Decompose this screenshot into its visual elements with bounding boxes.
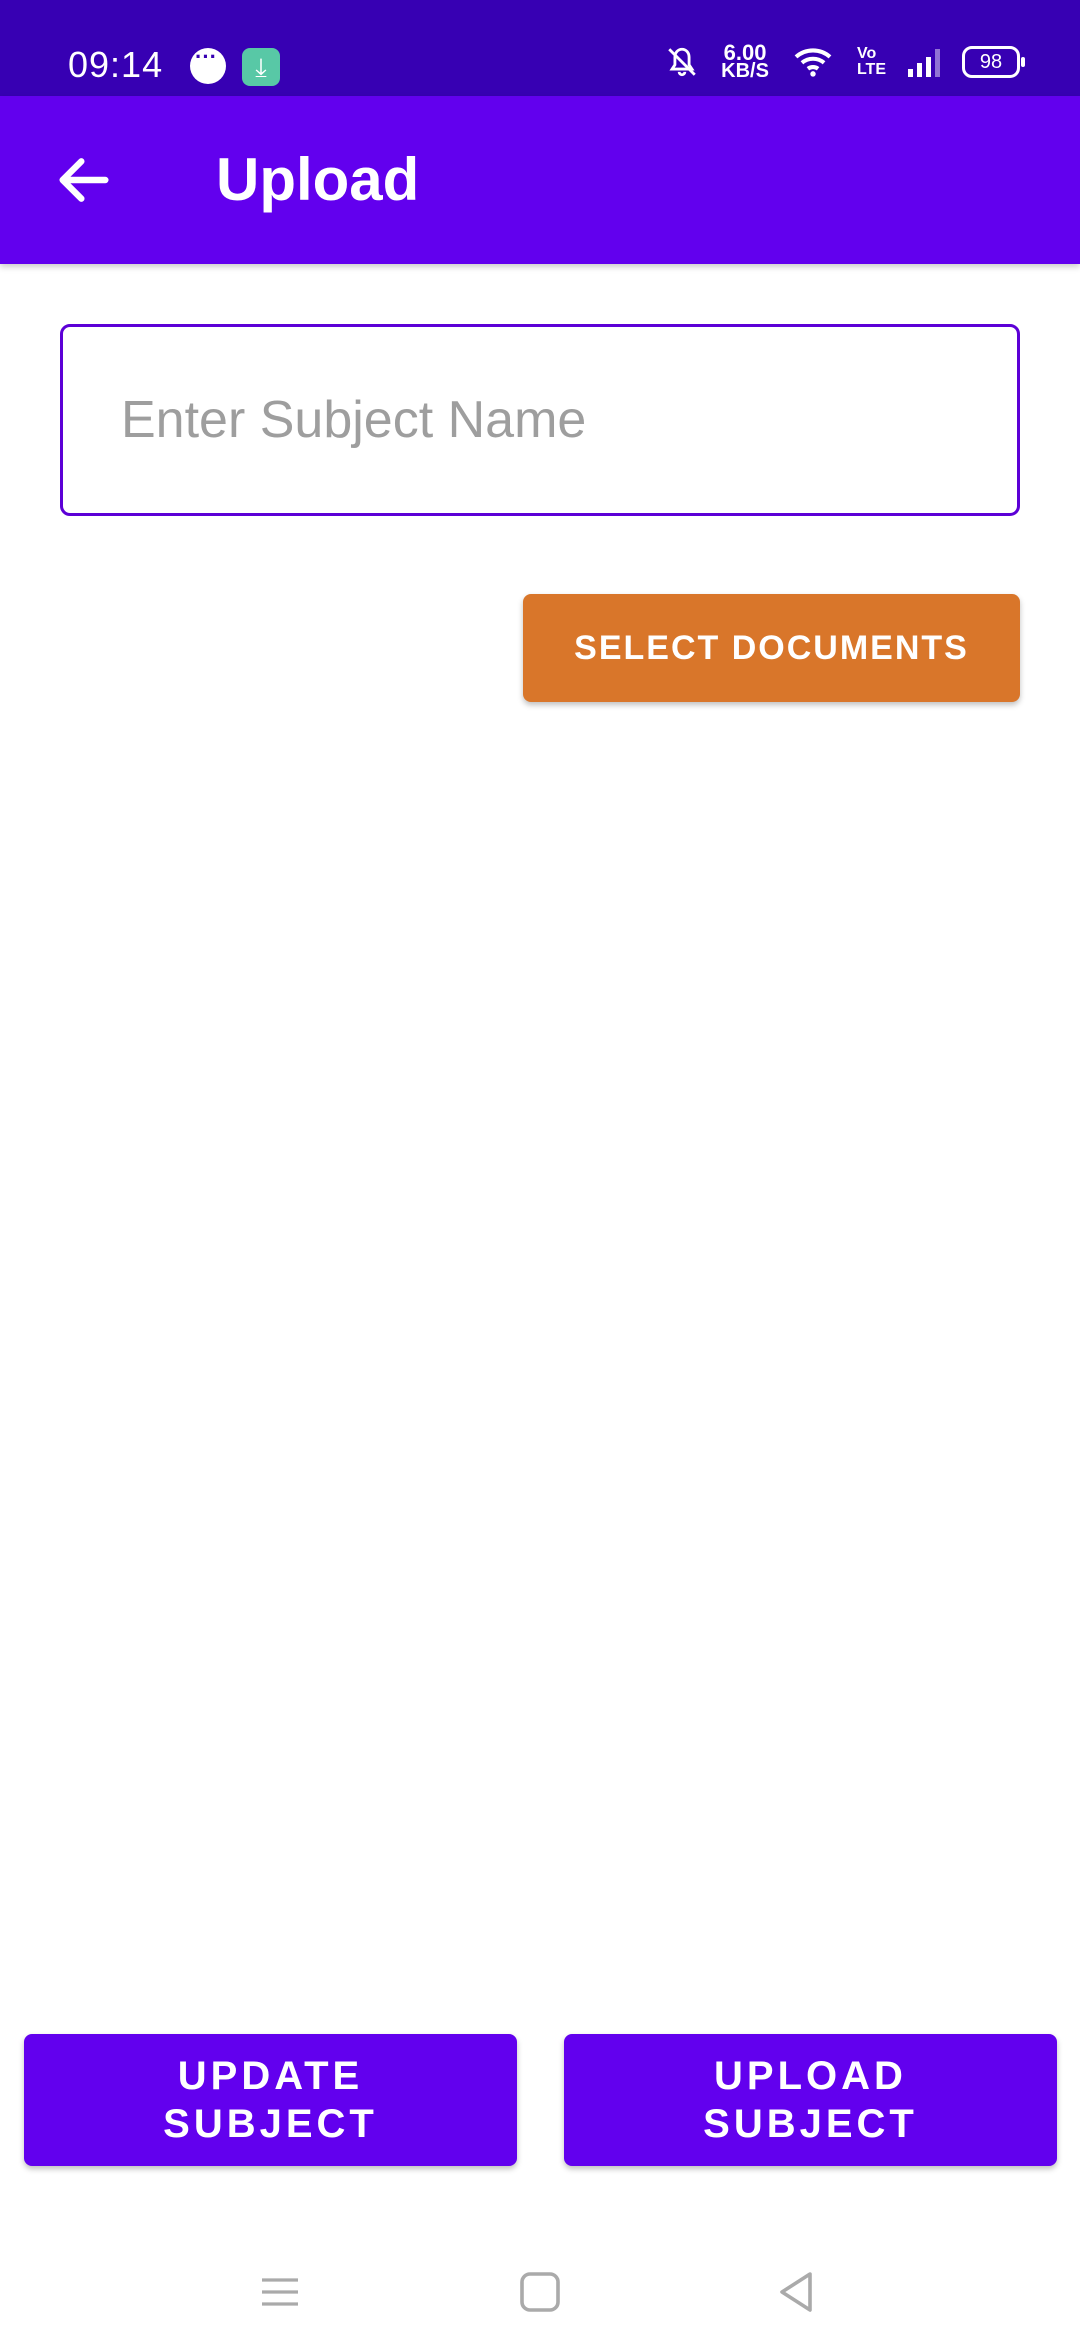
select-documents-button[interactable]: SELECT DOCUMENTS <box>523 594 1020 702</box>
wifi-icon <box>794 48 832 77</box>
message-notification-icon <box>190 44 226 84</box>
app-bar: Upload <box>0 96 1080 264</box>
recents-menu-icon[interactable] <box>256 2268 304 2316</box>
cell-signal-icon <box>908 47 940 77</box>
status-time: 09:14 <box>68 44 164 85</box>
notification-icons: ⤓ <box>190 44 280 86</box>
home-square-icon[interactable] <box>516 2268 564 2316</box>
back-triangle-icon[interactable] <box>772 2268 820 2316</box>
system-navigation-bar <box>0 2220 1080 2340</box>
page-title: Upload <box>216 146 420 213</box>
status-bar: 09:14 ⤓ 6.00 KB/S Vo LTE 98 <box>0 0 1080 96</box>
status-right-icons: 6.00 KB/S Vo LTE 98 <box>665 42 1025 82</box>
battery-icon: 98 <box>962 46 1025 78</box>
volte-icon: Vo LTE <box>856 45 886 78</box>
back-arrow-icon[interactable] <box>52 148 116 212</box>
network-speed-unit: KB/S <box>721 60 769 82</box>
subject-name-input[interactable] <box>60 324 1020 516</box>
mute-bell-icon <box>668 47 696 77</box>
upload-subject-button[interactable]: UPLOAD SUBJECT <box>564 2034 1057 2166</box>
download-notification-icon: ⤓ <box>242 48 280 86</box>
network-speed: 6.00 KB/S <box>721 42 769 82</box>
update-subject-button[interactable]: UPDATE SUBJECT <box>24 2034 517 2166</box>
